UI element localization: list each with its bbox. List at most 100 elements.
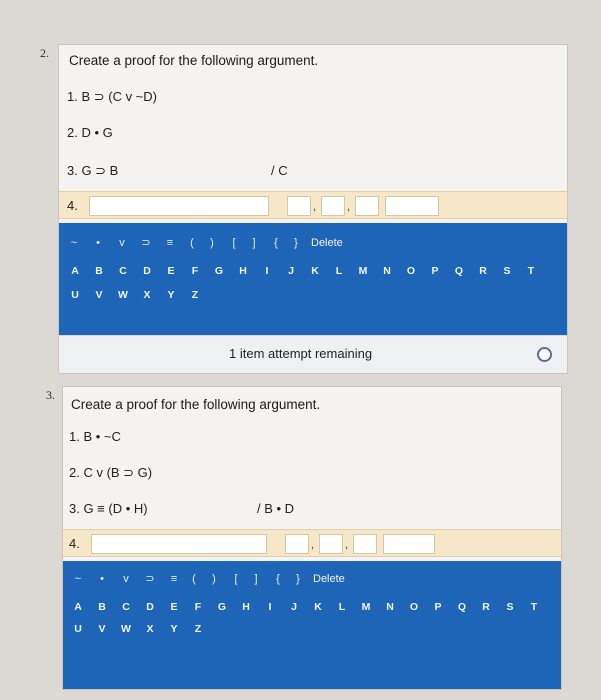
key-letter-d[interactable]: D (143, 597, 157, 617)
key-letter-w[interactable]: W (119, 619, 133, 639)
key-letter-f[interactable]: F (191, 597, 205, 617)
justification-line-input-2[interactable] (321, 196, 345, 216)
key-letter-l[interactable]: L (332, 261, 346, 281)
justification-line-input-1[interactable] (287, 196, 311, 216)
key-letter-f[interactable]: F (188, 261, 202, 281)
key-letter-g[interactable]: G (215, 597, 229, 617)
key-close-paren[interactable]: ) (207, 569, 221, 589)
key-open-paren[interactable]: ( (187, 569, 201, 589)
key-letter-q[interactable]: Q (455, 597, 469, 617)
key-open-bracket[interactable]: [ (227, 233, 241, 253)
premise-3: 3. G ≡ (D • H) (69, 501, 148, 516)
justification-rule-input[interactable] (383, 534, 435, 554)
key-letter-s[interactable]: S (500, 261, 514, 281)
key-vee[interactable]: v (115, 233, 129, 253)
key-close-bracket[interactable]: ] (249, 569, 263, 589)
key-open-brace[interactable]: { (269, 233, 283, 253)
key-letter-i[interactable]: I (263, 597, 277, 617)
symbol-row: ~ • v ⊃ ≡ ( ) [ ] { } Delete (59, 233, 567, 253)
key-letter-g[interactable]: G (212, 261, 226, 281)
key-letter-x[interactable]: X (140, 285, 154, 305)
key-letter-r[interactable]: R (476, 261, 490, 281)
key-letter-o[interactable]: O (407, 597, 421, 617)
key-open-bracket[interactable]: [ (229, 569, 243, 589)
key-letter-m[interactable]: M (359, 597, 373, 617)
key-letter-r[interactable]: R (479, 597, 493, 617)
question-number: 2. (40, 46, 49, 60)
key-letter-s[interactable]: S (503, 597, 517, 617)
key-letter-h[interactable]: H (239, 597, 253, 617)
letter-row: U V W X Y Z (63, 619, 561, 639)
delete-button[interactable]: Delete (313, 569, 345, 589)
key-letter-h[interactable]: H (236, 261, 250, 281)
key-letter-m[interactable]: M (356, 261, 370, 281)
justification-line-input-2[interactable] (319, 534, 343, 554)
key-letter-a[interactable]: A (68, 261, 82, 281)
key-letter-y[interactable]: Y (167, 619, 181, 639)
key-letter-t[interactable]: T (524, 261, 538, 281)
key-letter-c[interactable]: C (119, 597, 133, 617)
formula-input[interactable] (91, 534, 267, 554)
key-letter-y[interactable]: Y (164, 285, 178, 305)
key-letter-z[interactable]: Z (191, 619, 205, 639)
comma-separator: , (347, 201, 351, 213)
key-letter-e[interactable]: E (164, 261, 178, 281)
key-triple-bar[interactable]: ≡ (163, 233, 177, 253)
justification-rule-input[interactable] (385, 196, 439, 216)
comma-separator: , (311, 539, 315, 551)
key-letter-k[interactable]: K (311, 597, 325, 617)
key-close-paren[interactable]: ) (205, 233, 219, 253)
key-dot[interactable]: • (91, 233, 105, 253)
key-letter-u[interactable]: U (71, 619, 85, 639)
key-open-brace[interactable]: { (271, 569, 285, 589)
premise-2: 2. C v (B ⊃ G) (69, 465, 153, 480)
key-letter-o[interactable]: O (404, 261, 418, 281)
key-horseshoe[interactable]: ⊃ (139, 233, 153, 253)
key-tilde[interactable]: ~ (71, 569, 85, 589)
key-letter-j[interactable]: J (284, 261, 298, 281)
key-letter-b[interactable]: B (95, 597, 109, 617)
proof-input-row: 4. , , (59, 191, 567, 219)
key-triple-bar[interactable]: ≡ (167, 569, 181, 589)
justification-line-input-1[interactable] (285, 534, 309, 554)
key-vee[interactable]: v (119, 569, 133, 589)
formula-input[interactable] (89, 196, 269, 216)
key-letter-d[interactable]: D (140, 261, 154, 281)
key-letter-v[interactable]: V (95, 619, 109, 639)
key-close-bracket[interactable]: ] (247, 233, 261, 253)
key-tilde[interactable]: ~ (67, 233, 81, 253)
key-letter-p[interactable]: P (428, 261, 442, 281)
key-letter-z[interactable]: Z (188, 285, 202, 305)
key-close-brace[interactable]: } (291, 569, 305, 589)
key-letter-e[interactable]: E (167, 597, 181, 617)
key-letter-j[interactable]: J (287, 597, 301, 617)
letter-row: A B C D E F G H I J K L M N O P Q R S T (59, 261, 567, 281)
key-letter-c[interactable]: C (116, 261, 130, 281)
premise-2: 2. D • G (67, 125, 113, 140)
key-letter-i[interactable]: I (260, 261, 274, 281)
premise-1: 1. B • ~C (69, 429, 121, 444)
conclusion: / C (271, 163, 288, 178)
key-letter-k[interactable]: K (308, 261, 322, 281)
key-letter-l[interactable]: L (335, 597, 349, 617)
key-letter-t[interactable]: T (527, 597, 541, 617)
key-letter-n[interactable]: N (383, 597, 397, 617)
key-open-paren[interactable]: ( (185, 233, 199, 253)
key-horseshoe[interactable]: ⊃ (143, 569, 157, 589)
key-letter-w[interactable]: W (116, 285, 130, 305)
key-letter-b[interactable]: B (92, 261, 106, 281)
attempts-remaining-text: 1 item attempt remaining (229, 346, 373, 361)
key-letter-x[interactable]: X (143, 619, 157, 639)
key-close-brace[interactable]: } (289, 233, 303, 253)
delete-button[interactable]: Delete (311, 233, 343, 253)
key-dot[interactable]: • (95, 569, 109, 589)
key-letter-n[interactable]: N (380, 261, 394, 281)
justification-line-input-3[interactable] (355, 196, 379, 216)
key-letter-p[interactable]: P (431, 597, 445, 617)
key-letter-q[interactable]: Q (452, 261, 466, 281)
key-letter-a[interactable]: A (71, 597, 85, 617)
justification-line-input-3[interactable] (353, 534, 377, 554)
question-title: Create a proof for the following argumen… (71, 397, 321, 412)
key-letter-u[interactable]: U (68, 285, 82, 305)
key-letter-v[interactable]: V (92, 285, 106, 305)
